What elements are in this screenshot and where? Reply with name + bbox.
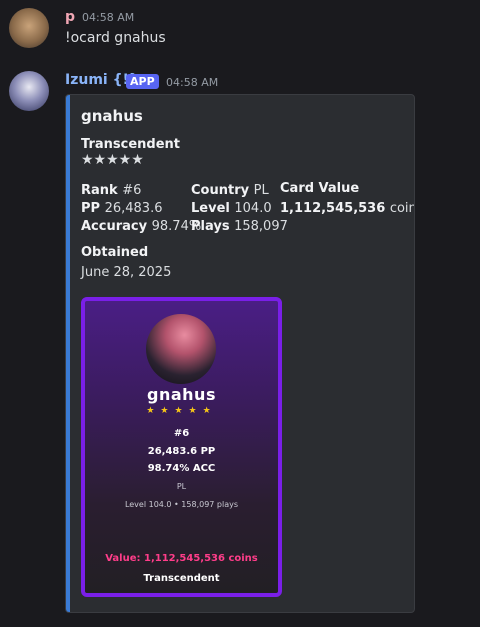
level-label: Level [191,201,230,216]
tier-label: Transcendent [81,137,180,152]
obtained-label: Obtained [81,245,149,260]
card-value-number: 1,112,545,536 [280,201,386,216]
player-card-image[interactable]: gnahus ★★★★★ #6 26,483.6 PP 98.74% ACC P… [81,297,282,597]
accuracy-field: Accuracy 98.74% [81,219,201,234]
card-accuracy: 98.74% ACC [147,463,216,474]
plays-value: 158,097 [234,219,288,234]
card-value-label: Card Value [280,181,360,196]
author-name[interactable]: p [65,9,75,25]
pp-field: PP 26,483.6 [81,201,162,216]
embed: gnahus Transcendent ★★★★★ Rank #6 PP 26,… [65,94,415,613]
country-label: Country [191,183,250,198]
card-rank: #6 [173,428,190,439]
player-avatar [146,314,216,384]
app-badge: APP [126,74,159,89]
plays-field: Plays 158,097 [191,219,288,234]
card-pp: 26,483.6 PP [147,446,216,457]
pp-label: PP [81,201,101,216]
embed-accent-bar [66,95,70,612]
level-value: 104.0 [234,201,272,216]
country-value: PL [253,183,269,198]
card-value: Value: 1,112,545,536 coins [105,553,258,564]
level-field: Level 104.0 [191,201,272,216]
card-country: PL [176,482,187,491]
card-value-unit: coins [389,201,414,216]
bot-avatar[interactable] [9,71,49,111]
pp-value: 26,483.6 [104,201,163,216]
card-tier: Transcendent [143,573,220,584]
message-content: !ocard gnahus [65,30,166,46]
accuracy-label: Accuracy [81,219,148,234]
rank-label: Rank [81,183,118,198]
country-field: Country PL [191,183,269,198]
rank-field: Rank #6 [81,183,141,198]
plays-label: Plays [191,219,230,234]
card-level-plays: Level 104.0 • 158,097 plays [124,500,239,509]
rank-value: #6 [122,183,142,198]
message-timestamp: 04:58 AM [166,76,219,89]
embed-title: gnahus [81,107,143,125]
message-timestamp: 04:58 AM [82,11,135,24]
user-avatar[interactable] [9,8,49,48]
tier-stars: ★★★★★ [81,152,144,168]
card-value-field: 1,112,545,536 coins [280,201,414,216]
card-stars: ★★★★★ [146,406,217,416]
card-player-name: gnahus [147,385,216,404]
obtained-value: June 28, 2025 [81,265,172,280]
